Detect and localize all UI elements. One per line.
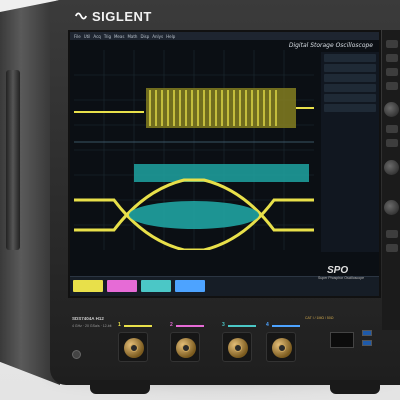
control-knob[interactable]	[384, 102, 399, 117]
measurement-row	[324, 104, 376, 112]
channel-1-label: 1	[118, 322, 121, 328]
channel-2-color-bar	[176, 325, 204, 327]
channel-3-color-bar	[228, 325, 256, 327]
usb-port[interactable]	[362, 340, 372, 346]
menu-item-acq[interactable]: Acq	[93, 34, 100, 39]
bnc-connector-3[interactable]	[222, 332, 252, 362]
waveform-plot	[74, 50, 314, 250]
device-foot	[90, 380, 150, 394]
menu-item-util[interactable]: Util	[84, 34, 91, 39]
spo-badge: SPO	[327, 265, 349, 276]
measurement-row	[324, 94, 376, 102]
control-knob[interactable]	[384, 160, 399, 175]
measurement-row	[324, 74, 376, 82]
input-rating-label: CAT I / 1MΩ / 50Ω	[305, 316, 334, 320]
bnc-connector-2[interactable]	[170, 332, 200, 362]
oscilloscope-screen[interactable]: File Util Acq Trig Meas Math Disp Anlys …	[68, 30, 381, 298]
aux-port[interactable]	[330, 332, 354, 348]
menu-item-disp[interactable]: Disp	[140, 34, 149, 39]
screen-menu-bar: File Util Acq Trig Meas Math Disp Anlys …	[70, 32, 379, 40]
menu-item-anlys[interactable]: Anlys	[152, 34, 163, 39]
screen-title: Digital Storage Oscilloscope	[288, 42, 373, 49]
device-foot	[330, 380, 380, 394]
spec-label: 4 GHz · 20 GSa/s · 12-bit	[72, 324, 112, 328]
brand-logo: SIGLENT	[74, 8, 152, 24]
bnc-center	[130, 344, 138, 352]
menu-item-help[interactable]: Help	[166, 34, 175, 39]
channel-4-color-bar	[272, 325, 300, 327]
control-button[interactable]	[386, 68, 398, 76]
measurement-row	[324, 64, 376, 72]
control-button[interactable]	[386, 82, 398, 90]
power-button[interactable]	[72, 350, 81, 359]
channel-2-status[interactable]	[107, 280, 137, 292]
menu-item-math[interactable]: Math	[127, 34, 137, 39]
channel-3-label: 3	[222, 322, 225, 328]
channel-3-status[interactable]	[141, 280, 171, 292]
usb-port[interactable]	[362, 330, 372, 336]
bnc-connector-4[interactable]	[266, 332, 296, 362]
control-button[interactable]	[386, 40, 398, 48]
channel-1-status[interactable]	[73, 280, 103, 292]
bnc-connector-1[interactable]	[118, 332, 148, 362]
bnc-center	[278, 344, 286, 352]
channel-4-status[interactable]	[175, 280, 205, 292]
control-button[interactable]	[386, 230, 398, 238]
channel-1-color-bar	[124, 325, 152, 327]
brand-name: SIGLENT	[92, 8, 152, 24]
bnc-center	[182, 344, 190, 352]
spo-subtitle: Super Phosphor Oscilloscope	[318, 276, 365, 280]
control-panel	[382, 30, 400, 330]
menu-item-meas[interactable]: Meas	[114, 34, 124, 39]
measurement-row	[324, 84, 376, 92]
control-button[interactable]	[386, 139, 398, 147]
measurement-panel	[321, 52, 379, 252]
channel-2-label: 2	[170, 322, 173, 328]
bnc-center	[234, 344, 242, 352]
waveform-area[interactable]	[74, 50, 314, 250]
model-label: SDS7404A H12	[72, 316, 104, 321]
control-button[interactable]	[386, 125, 398, 133]
measurement-row	[324, 54, 376, 62]
control-knob[interactable]	[384, 200, 399, 215]
menu-item-file[interactable]: File	[74, 34, 81, 39]
handle-grip	[6, 70, 20, 250]
siglent-logo-icon	[74, 12, 88, 20]
control-button[interactable]	[386, 54, 398, 62]
control-button[interactable]	[386, 244, 398, 252]
menu-item-trig[interactable]: Trig	[104, 34, 111, 39]
channel-4-label: 4	[266, 322, 269, 328]
